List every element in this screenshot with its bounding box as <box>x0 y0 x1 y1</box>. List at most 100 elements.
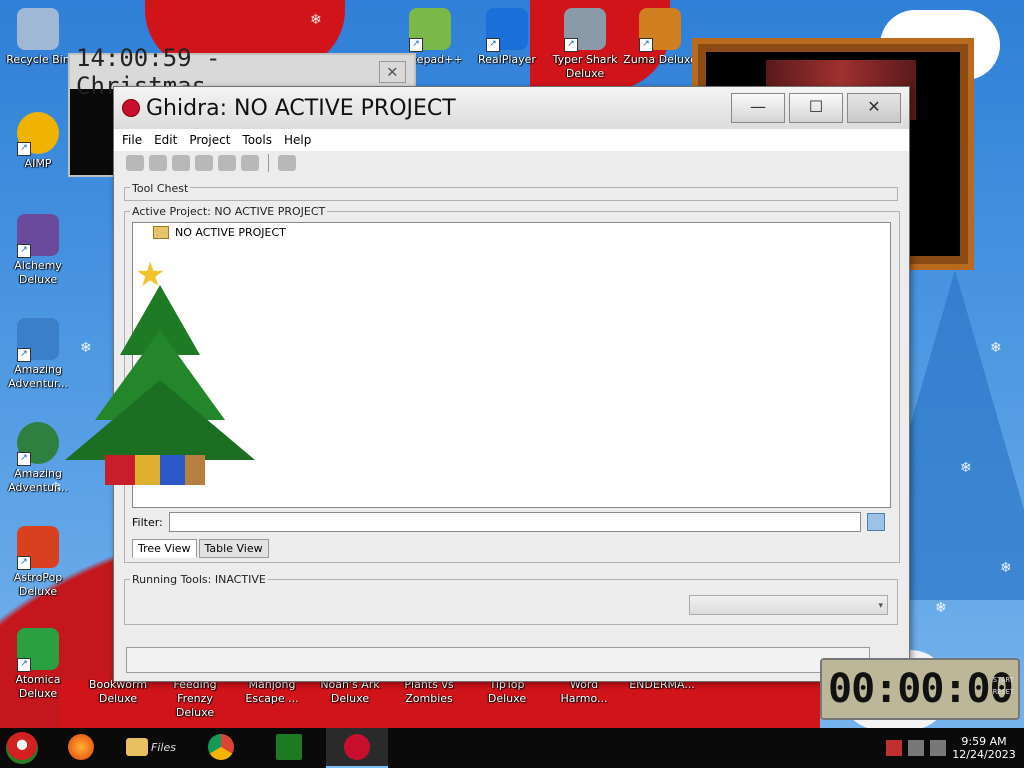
shortcut-arrow-icon: ↗ <box>17 348 31 362</box>
desktop-icon-label: Typer Shark Deluxe <box>552 53 618 80</box>
firefox-icon <box>68 734 94 760</box>
timer-value: 00:00:00 <box>828 666 1014 712</box>
countdown-timer-widget[interactable]: 00:00:00 START RESET <box>820 658 1020 720</box>
desktop-icon-label: RealPlayer <box>478 53 536 66</box>
clock-window-titlebar[interactable]: 14:00:59 - Christmas... ✕ <box>70 44 414 100</box>
taskbar-files[interactable]: Files <box>118 728 184 768</box>
desktop-icon-typer-shark[interactable]: ↗ Typer Shark Deluxe <box>547 8 623 81</box>
chrome-icon <box>208 734 234 760</box>
shortcut-arrow-icon: ↗ <box>409 38 423 52</box>
desktop-icon-recycle-bin[interactable]: Recycle Bin <box>0 8 76 67</box>
tray-volume-icon[interactable] <box>930 740 946 756</box>
tab-tree-view[interactable]: Tree View <box>132 539 197 558</box>
maximize-button[interactable]: ☐ <box>789 93 843 123</box>
filter-options-icon[interactable] <box>866 513 885 531</box>
running-tools-label: Running Tools: INACTIVE <box>130 573 268 586</box>
snowflake: ❄ <box>960 460 972 476</box>
desktop-icon-tiptop[interactable]: TipTop Deluxe <box>469 678 545 706</box>
tree-layer <box>65 380 255 460</box>
desktop-icon-realplayer[interactable]: ↗ RealPlayer <box>469 8 545 67</box>
delete-project-icon[interactable] <box>218 155 236 171</box>
running-tools-combo[interactable]: ▾ <box>689 595 888 615</box>
snowflake: ❄ <box>310 12 322 28</box>
desktop-icon-noahs-ark[interactable]: Noah's Ark Deluxe <box>312 678 388 706</box>
tab-table-view[interactable]: Table View <box>198 539 269 558</box>
close-project-icon[interactable] <box>172 155 190 171</box>
minimize-button[interactable]: — <box>731 93 785 123</box>
desktop-icon-aimp[interactable]: ↗ AIMP <box>0 112 76 171</box>
system-tray: 9:59 AM 12/24/2023 <box>886 735 1024 761</box>
tree-icon <box>276 734 302 760</box>
filter-input[interactable] <box>168 512 861 532</box>
shark-icon: ↗ <box>564 8 606 52</box>
clock-window-close-button[interactable]: ✕ <box>378 61 406 83</box>
new-project-icon[interactable] <box>126 155 144 171</box>
desktop-icon-feeding-frenzy[interactable]: Feeding Frenzy Deluxe <box>157 678 233 720</box>
tray-network-icon[interactable] <box>908 740 924 756</box>
desktop-icon-label: Amazing Adventur... <box>8 363 68 390</box>
clock-time: 9:59 AM <box>961 735 1007 748</box>
clock-date: 12/24/2023 <box>952 748 1016 761</box>
shortcut-arrow-icon: ↗ <box>17 142 31 156</box>
save-project-icon[interactable] <box>195 155 213 171</box>
menu-file[interactable]: File <box>122 133 142 147</box>
menu-help[interactable]: Help <box>284 133 311 147</box>
desktop-icon-bookworm[interactable]: Bookworm Deluxe <box>80 678 156 706</box>
desktop-icon-label: Mahjong Escape ... <box>245 678 299 705</box>
shortcut-arrow-icon: ↗ <box>17 244 31 258</box>
timer-reset-button[interactable]: RESET <box>993 686 1014 698</box>
snowflake: ❄ <box>935 600 947 616</box>
close-button[interactable]: ✕ <box>847 93 901 123</box>
radiation-icon: ↗ <box>17 628 59 672</box>
desktop-icon-label: Zuma Deluxe <box>623 53 697 66</box>
start-button[interactable] <box>0 728 44 768</box>
santa-start-icon <box>6 732 38 764</box>
filter-row: Filter: <box>132 511 889 533</box>
snowflake: ❄ <box>1000 560 1012 576</box>
ghidra-titlebar[interactable]: Ghidra: NO ACTIVE PROJECT — ☐ ✕ <box>114 87 909 129</box>
toolbar <box>114 151 909 175</box>
desktop-icon-label: Plants vs Zombies <box>404 678 454 705</box>
aimp-icon: ↗ <box>17 112 59 156</box>
shortcut-arrow-icon: ↗ <box>17 556 31 570</box>
desktop-icon-zuma[interactable]: ↗ Zuma Deluxe <box>622 8 698 67</box>
desktop-icon-atomica[interactable]: ↗ Atomica Deluxe <box>0 628 76 701</box>
shortcut-arrow-icon: ↗ <box>17 452 31 466</box>
filter-label: Filter: <box>132 515 163 529</box>
window-controls: — ☐ ✕ <box>731 93 901 123</box>
taskbar-firefox[interactable] <box>50 728 112 768</box>
open-project-icon[interactable] <box>149 155 167 171</box>
christmas-tree-widget[interactable]: ★ <box>60 255 260 495</box>
tool-chest-label: Tool Chest <box>130 182 191 195</box>
desktop-icon-label: Noah's Ark Deluxe <box>320 678 380 705</box>
desktop-icon-label: Recycle Bin <box>6 53 70 66</box>
timer-start-button[interactable]: START <box>993 674 1014 686</box>
menu-tools[interactable]: Tools <box>242 133 272 147</box>
archive-project-icon[interactable] <box>241 155 259 171</box>
desktop-icon-plants-vs-zombies[interactable]: Plants vs Zombies <box>391 678 467 706</box>
tree-root-node[interactable]: NO ACTIVE PROJECT <box>153 226 286 239</box>
refresh-icon[interactable] <box>278 155 296 171</box>
desktop-icon-astropop[interactable]: ↗ AstroPop Deluxe <box>0 526 76 599</box>
snowflake: ❄ <box>990 340 1002 356</box>
toolbar-separator <box>268 154 269 172</box>
shortcut-arrow-icon: ↗ <box>486 38 500 52</box>
desktop-icon-word-harmony[interactable]: Word Harmo... <box>546 678 622 706</box>
taskbar-clock[interactable]: 9:59 AM 12/24/2023 <box>952 735 1016 761</box>
taskbar-xmas-tree[interactable] <box>258 728 320 768</box>
folder-icon <box>153 226 169 239</box>
gem-icon: ↗ <box>17 318 59 362</box>
desktop-icon-label: AIMP <box>24 157 52 170</box>
desktop-icon-label: TipTop Deluxe <box>487 678 527 705</box>
taskbar-ghidra[interactable] <box>326 728 388 768</box>
tray-flag-icon[interactable] <box>886 740 902 756</box>
menu-project[interactable]: Project <box>189 133 230 147</box>
notepad-icon: ↗ <box>409 8 451 52</box>
taskbar-chrome[interactable] <box>190 728 252 768</box>
status-bar <box>126 647 870 673</box>
desktop-icon-label: Amazing Adventur... <box>8 467 68 494</box>
files-label: Files <box>151 740 176 754</box>
menu-edit[interactable]: Edit <box>154 133 177 147</box>
desktop-icon-mahjong[interactable]: Mahjong Escape ... <box>234 678 310 706</box>
desktop-icon-label: Alchemy Deluxe <box>14 259 62 286</box>
